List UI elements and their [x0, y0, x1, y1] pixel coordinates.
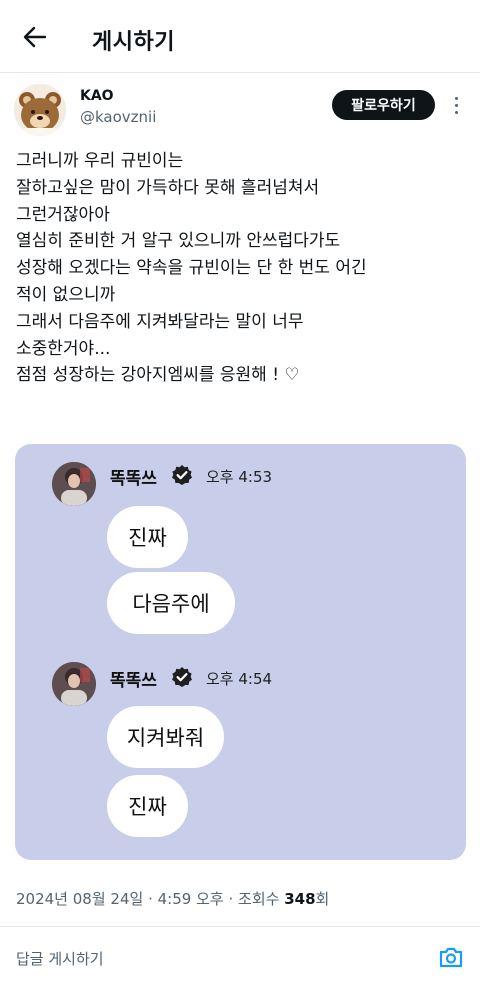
follow-button[interactable]: 팔로우하기	[332, 90, 435, 120]
back-button[interactable]	[18, 22, 52, 52]
profile-photo-icon	[52, 462, 96, 506]
tweet-line: 성장해 오겠다는 약속을 규빈이는 단 한 번도 어긴	[16, 258, 367, 279]
tweet-line: 열심히 준비한 거 알구 있으니까 안쓰럽다가도	[16, 231, 341, 252]
verified-badge-icon	[172, 465, 192, 485]
tweet-line: 소중한거야...	[16, 338, 111, 359]
tweet-body: 그러니까 우리 규빈이는 잘하고싶은 맘이 가득하다 못해 흘러넘쳐서 그런거잖…	[16, 148, 466, 389]
separator-dot: ·	[228, 890, 239, 908]
sender-avatar	[52, 462, 96, 506]
chat-bubble: 진짜	[107, 775, 188, 837]
separator-dot: ·	[148, 890, 158, 908]
tweet-line: 그런거잖아아	[16, 204, 110, 225]
author-name[interactable]: KAO	[80, 88, 114, 104]
attached-image[interactable]: 똑똑쓰 오후 4:53 진짜 다음주에 똑똑쓰 오후 4:54 지켜봐줘 진짜	[15, 444, 466, 860]
reply-divider	[0, 926, 480, 927]
camera-icon[interactable]	[438, 944, 464, 970]
chat-bubble: 진짜	[107, 506, 188, 568]
chat-bubble: 다음주에	[107, 572, 235, 634]
dot-icon	[454, 96, 458, 100]
more-options-button[interactable]	[446, 92, 466, 118]
tweet-line: 그래서 다음주에 지켜봐달라는 말이 너무	[16, 311, 304, 332]
reply-input[interactable]: 답글 게시하기	[16, 948, 104, 969]
arrow-left-icon	[23, 26, 47, 48]
bear-avatar-icon	[14, 84, 66, 136]
message-time: 오후 4:54	[206, 670, 273, 688]
chat-bubble: 지켜봐줘	[107, 706, 224, 768]
sender-name: 똑똑쓰	[110, 469, 157, 489]
top-bar: 게시하기	[0, 0, 480, 72]
page-title: 게시하기	[92, 30, 175, 55]
message-time: 오후 4:53	[206, 468, 273, 486]
dot-icon	[454, 110, 458, 114]
post-date: 2024년 08월 24일	[16, 890, 144, 908]
tweet-line: 점점 성장하는 강아지엠씨를 응원해 ! ♡	[16, 365, 300, 386]
sender-name: 똑똑쓰	[110, 671, 157, 691]
tweet-meta: 2024년 08월 24일 · 4:59 오후 · 조회수 348회	[16, 888, 329, 909]
header-divider	[0, 72, 480, 73]
author-avatar[interactable]	[14, 84, 66, 136]
post-time: 4:59 오후	[157, 890, 224, 908]
views-suffix: 회	[315, 890, 330, 908]
sender-avatar	[52, 662, 96, 706]
tweet-line: 잘하고싶은 맘이 가득하다 못해 흘러넘쳐서	[16, 177, 320, 198]
dot-icon	[454, 103, 458, 107]
views-label: 조회수	[238, 890, 280, 908]
views-count[interactable]: 348	[284, 890, 315, 908]
verified-badge-icon	[172, 667, 192, 687]
tweet-line: 그러니까 우리 규빈이는	[16, 151, 184, 171]
profile-photo-icon	[52, 662, 96, 706]
tweet-line: 적이 없으니까	[16, 284, 116, 305]
author-handle[interactable]: @kaovznii	[80, 108, 156, 126]
